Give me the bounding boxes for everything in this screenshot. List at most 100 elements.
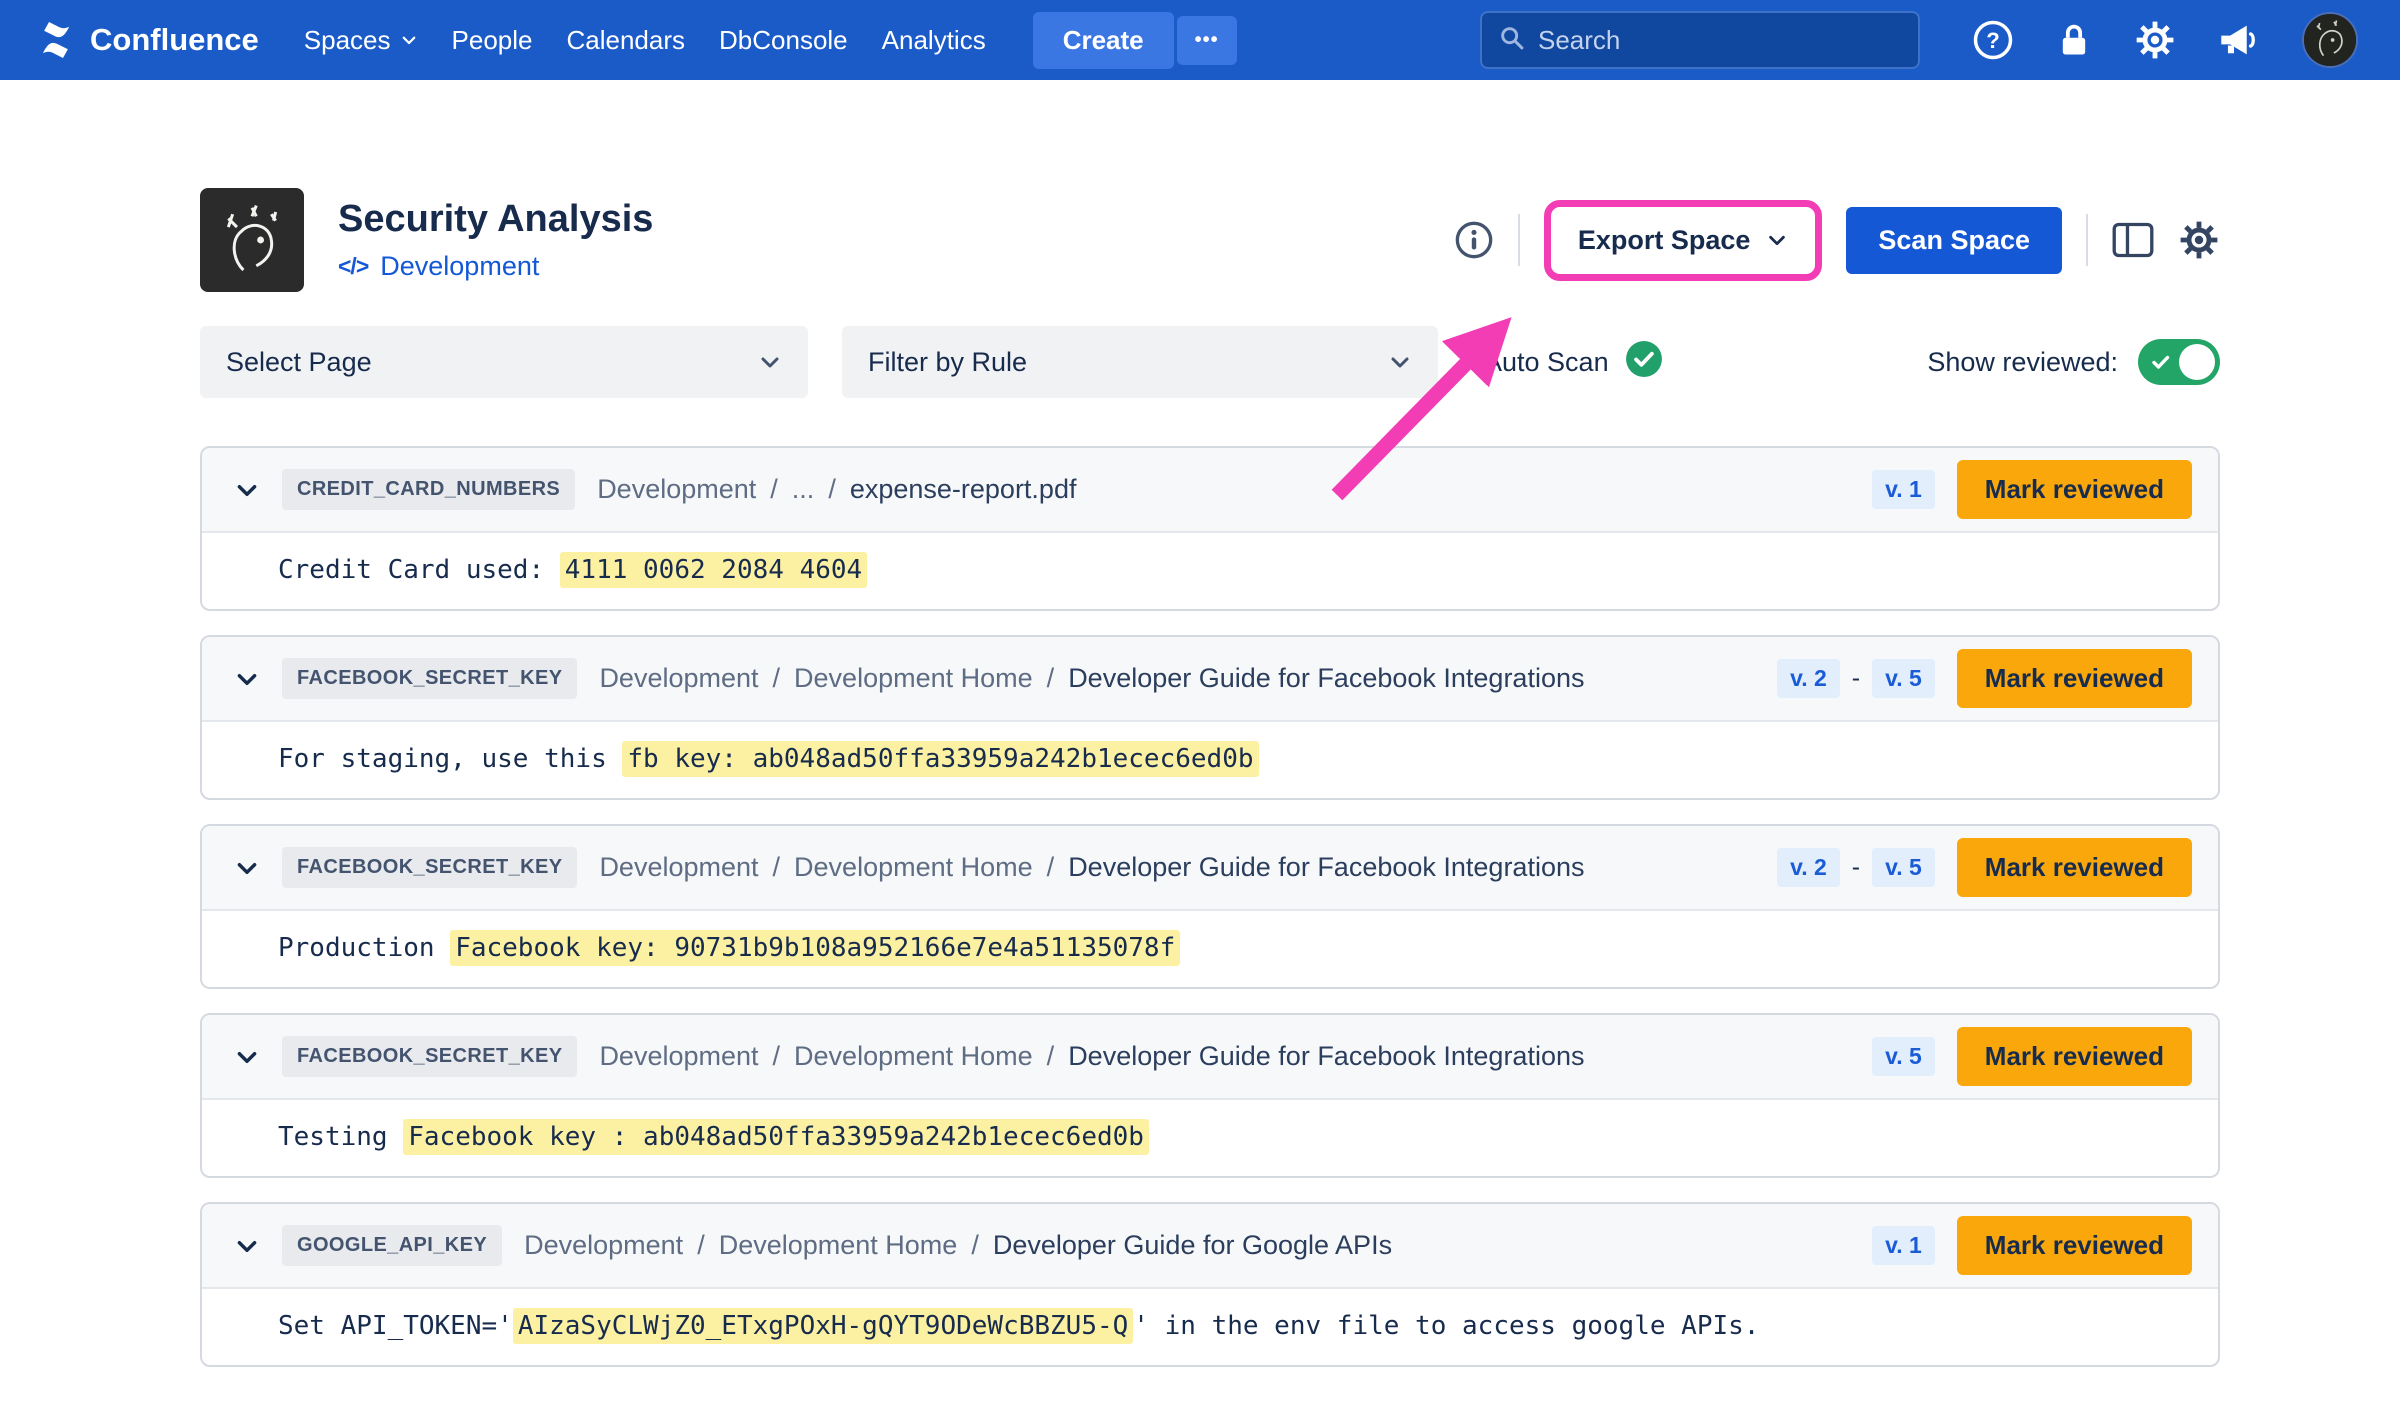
breadcrumb-separator: / [1047, 1041, 1055, 1072]
breadcrumb-separator: / [697, 1230, 705, 1261]
more-actions-button[interactable]: ••• [1177, 16, 1237, 65]
breadcrumb-item[interactable]: Development Home [719, 1230, 958, 1261]
breadcrumb: Development / Development Home / Develop… [599, 663, 1584, 694]
collapse-caret-button[interactable] [234, 855, 260, 881]
breadcrumb-separator: / [773, 1041, 781, 1072]
breadcrumb-item-current[interactable]: expense-report.pdf [850, 474, 1077, 505]
megaphone-icon[interactable] [2218, 21, 2260, 59]
panel-layout-icon[interactable] [2112, 221, 2154, 259]
snippet-prefix: Testing [278, 1122, 403, 1152]
breadcrumb-item-current[interactable]: Developer Guide for Facebook Integration… [1068, 663, 1584, 694]
version-chip[interactable]: v. 2 [1777, 848, 1840, 887]
select-page-dropdown[interactable]: Select Page [200, 326, 808, 398]
breadcrumb-item[interactable]: Development Home [794, 852, 1033, 883]
chevron-down-icon [234, 1044, 260, 1070]
breadcrumb-item[interactable]: Development [524, 1230, 683, 1261]
breadcrumb: Development / Development Home / Develop… [599, 852, 1584, 883]
finding-header: FACEBOOK_SECRET_KEY Development / Develo… [202, 826, 2218, 911]
code-icon: </> [338, 253, 368, 280]
breadcrumb-item[interactable]: Development [599, 852, 758, 883]
breadcrumb-item[interactable]: ... [792, 474, 815, 505]
finding-snippet: For staging, use this fb key: ab048ad50f… [202, 722, 2218, 798]
collapse-caret-button[interactable] [234, 477, 260, 503]
filters-row: Select Page Filter by Rule Auto Scan Sho… [200, 326, 2220, 398]
rule-tag: FACEBOOK_SECRET_KEY [282, 847, 577, 888]
brand-label: Confluence [90, 22, 259, 58]
version-range: - v. 5 [1852, 848, 1935, 887]
search-input[interactable] [1538, 25, 1902, 56]
breadcrumb-item-current[interactable]: Developer Guide for Google APIs [993, 1230, 1392, 1261]
scan-space-button[interactable]: Scan Space [1846, 207, 2062, 274]
user-avatar[interactable] [2302, 12, 2358, 68]
page-content: Security Analysis </> Development Export… [0, 188, 2400, 1411]
breadcrumb-item[interactable]: Development Home [794, 1041, 1033, 1072]
snippet-prefix: Credit Card used: [278, 555, 560, 585]
confluence-brand[interactable]: Confluence [36, 20, 259, 60]
finding-card: GOOGLE_API_KEY Development / Development… [200, 1202, 2220, 1367]
finding-card: FACEBOOK_SECRET_KEY Development / Develo… [200, 635, 2220, 800]
version-chip[interactable]: v. 5 [1872, 1037, 1935, 1076]
rule-tag: CREDIT_CARD_NUMBERS [282, 469, 575, 510]
breadcrumb-item[interactable]: Development [599, 1041, 758, 1072]
collapse-caret-button[interactable] [234, 666, 260, 692]
breadcrumb-item[interactable]: Development Home [794, 663, 1033, 694]
create-button[interactable]: Create [1033, 12, 1174, 69]
version-chips: v. 1 [1872, 1226, 1935, 1265]
version-chip[interactable]: v. 5 [1872, 659, 1935, 698]
svg-text:?: ? [1986, 28, 2000, 53]
show-reviewed-toggle[interactable] [2138, 339, 2220, 385]
breadcrumb-item[interactable]: Development [597, 474, 756, 505]
show-reviewed-label: Show reviewed: [1927, 347, 2118, 378]
mark-reviewed-button[interactable]: Mark reviewed [1957, 1027, 2192, 1086]
rule-tag: GOOGLE_API_KEY [282, 1225, 502, 1266]
breadcrumb: Development / ... / expense-report.pdf [597, 474, 1076, 505]
finding-header: GOOGLE_API_KEY Development / Development… [202, 1204, 2218, 1289]
mark-reviewed-button[interactable]: Mark reviewed [1957, 460, 2192, 519]
divider [1518, 214, 1520, 266]
breadcrumb-item[interactable]: Development [599, 663, 758, 694]
nav-item-calendars[interactable]: Calendars [550, 25, 703, 56]
filter-by-rule-dropdown[interactable]: Filter by Rule [842, 326, 1438, 398]
mark-reviewed-button[interactable]: Mark reviewed [1957, 1216, 2192, 1275]
snippet-suffix: ' in the env file to access google APIs. [1133, 1311, 1759, 1341]
snippet-highlight: Facebook key : ab048ad50ffa33959a242b1ec… [403, 1119, 1149, 1155]
version-chip[interactable]: v. 1 [1872, 470, 1935, 509]
settings-gear-icon[interactable] [2178, 219, 2220, 261]
nav-item-analytics[interactable]: Analytics [865, 25, 1003, 56]
chevron-down-icon [234, 1233, 260, 1259]
breadcrumb: Development / Development Home / Develop… [599, 1041, 1584, 1072]
chevron-down-icon [234, 666, 260, 692]
snippet-prefix: Production [278, 933, 450, 963]
search-box[interactable] [1480, 11, 1920, 69]
breadcrumb-item-current[interactable]: Developer Guide for Facebook Integration… [1068, 1041, 1584, 1072]
breadcrumb-item-current[interactable]: Developer Guide for Facebook Integration… [1068, 852, 1584, 883]
top-nav: Confluence Spaces People Calendars DbCon… [0, 0, 2400, 80]
finding-card: CREDIT_CARD_NUMBERS Development / ... / … [200, 446, 2220, 611]
breadcrumb: Development / Development Home / Develop… [524, 1230, 1392, 1261]
snippet-highlight: fb key: ab048ad50ffa33959a242b1ecec6ed0b [622, 741, 1258, 777]
nav-item-people[interactable]: People [435, 25, 550, 56]
version-chip[interactable]: v. 2 [1777, 659, 1840, 698]
finding-card: FACEBOOK_SECRET_KEY Development / Develo… [200, 824, 2220, 989]
page-title: Security Analysis [338, 198, 653, 241]
breadcrumb-separator: / [1047, 852, 1055, 883]
mark-reviewed-button[interactable]: Mark reviewed [1957, 649, 2192, 708]
breadcrumb-separator: / [770, 474, 778, 505]
version-range: - v. 5 [1852, 659, 1935, 698]
version-chips: v. 2 - v. 5 [1777, 848, 1935, 887]
divider [2086, 214, 2088, 266]
space-link[interactable]: Development [380, 251, 539, 282]
collapse-caret-button[interactable] [234, 1044, 260, 1070]
mark-reviewed-button[interactable]: Mark reviewed [1957, 838, 2192, 897]
lock-icon[interactable] [2056, 21, 2092, 59]
collapse-caret-button[interactable] [234, 1233, 260, 1259]
annotation-highlight-box: Export Space [1544, 200, 1823, 281]
help-icon[interactable]: ? [1972, 19, 2014, 61]
version-chip[interactable]: v. 1 [1872, 1226, 1935, 1265]
version-chip[interactable]: v. 5 [1872, 848, 1935, 887]
info-icon[interactable] [1454, 220, 1494, 260]
nav-item-spaces[interactable]: Spaces [287, 25, 435, 56]
nav-item-dbconsole[interactable]: DbConsole [702, 25, 865, 56]
gear-icon[interactable] [2134, 19, 2176, 61]
export-space-button[interactable]: Export Space [1556, 211, 1811, 270]
